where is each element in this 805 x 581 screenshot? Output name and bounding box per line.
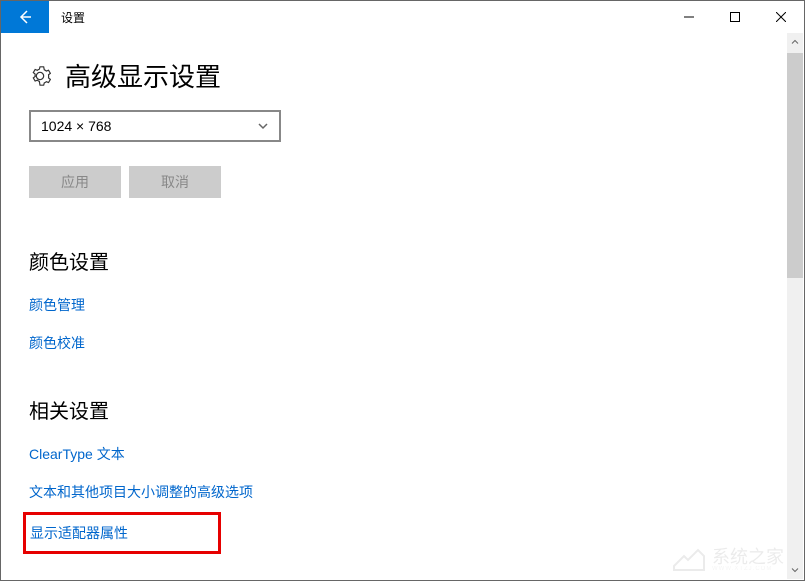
button-row: 应用 取消 bbox=[29, 166, 776, 198]
apply-button[interactable]: 应用 bbox=[29, 166, 121, 198]
gear-icon bbox=[29, 65, 51, 87]
cleartype-link[interactable]: ClearType 文本 bbox=[29, 444, 125, 464]
related-section-title: 相关设置 bbox=[29, 395, 776, 424]
minimize-icon bbox=[684, 12, 694, 22]
cancel-button[interactable]: 取消 bbox=[129, 166, 221, 198]
highlight-box: 显示适配器属性 bbox=[23, 512, 221, 554]
maximize-icon bbox=[730, 12, 740, 22]
titlebar: 设置 bbox=[1, 1, 804, 33]
related-settings-section: 相关设置 ClearType 文本 文本和其他项目大小调整的高级选项 显示适配器… bbox=[29, 395, 776, 554]
close-button[interactable] bbox=[758, 1, 804, 33]
scrollbar[interactable] bbox=[787, 33, 803, 579]
scroll-up-button[interactable] bbox=[787, 33, 803, 51]
chevron-down-icon bbox=[791, 566, 799, 574]
resolution-value: 1024 × 768 bbox=[41, 118, 111, 134]
back-button[interactable] bbox=[1, 1, 49, 33]
resolution-dropdown[interactable]: 1024 × 768 bbox=[29, 110, 281, 142]
text-sizing-link[interactable]: 文本和其他项目大小调整的高级选项 bbox=[29, 482, 253, 502]
page-header: 高级显示设置 bbox=[29, 57, 776, 94]
scroll-thumb[interactable] bbox=[787, 53, 803, 278]
display-adapter-link[interactable]: 显示适配器属性 bbox=[30, 523, 128, 543]
chevron-up-icon bbox=[791, 38, 799, 46]
content-area: 高级显示设置 1024 × 768 应用 取消 颜色设置 颜色管理 颜色校准 相… bbox=[1, 33, 804, 580]
color-settings-section: 颜色设置 颜色管理 颜色校准 bbox=[29, 246, 776, 353]
close-icon bbox=[776, 12, 786, 22]
window-title: 设置 bbox=[61, 9, 85, 26]
color-management-link[interactable]: 颜色管理 bbox=[29, 295, 85, 315]
color-calibration-link[interactable]: 颜色校准 bbox=[29, 333, 85, 353]
color-section-title: 颜色设置 bbox=[29, 246, 776, 275]
maximize-button[interactable] bbox=[712, 1, 758, 33]
chevron-down-icon bbox=[257, 120, 269, 132]
scroll-down-button[interactable] bbox=[787, 561, 803, 579]
window-controls bbox=[666, 1, 804, 33]
minimize-button[interactable] bbox=[666, 1, 712, 33]
arrow-left-icon bbox=[17, 9, 33, 25]
page-title: 高级显示设置 bbox=[65, 57, 221, 94]
